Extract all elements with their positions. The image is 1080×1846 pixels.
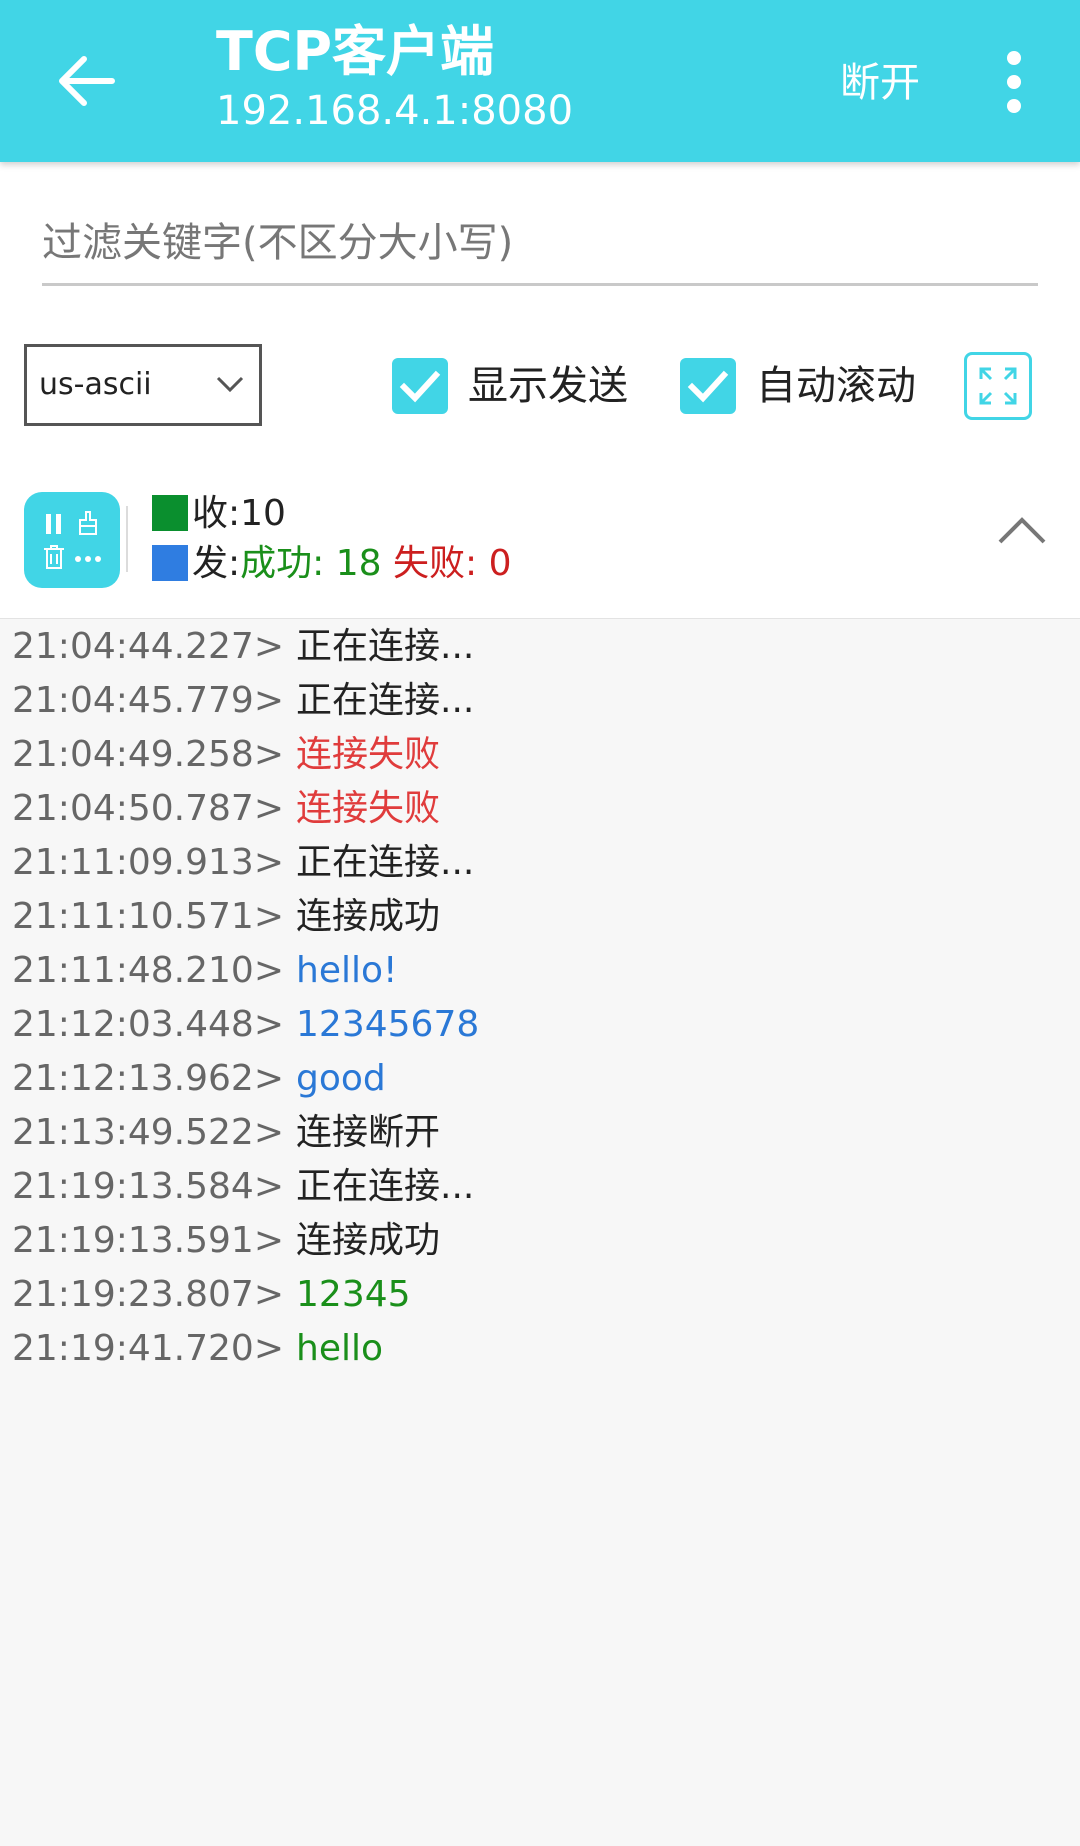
auto-scroll-checkbox[interactable]: 自动滚动 (680, 358, 930, 418)
disconnect-button[interactable]: 断开 (820, 48, 940, 118)
log-message: good (296, 1058, 386, 1099)
arrow-left-icon (59, 56, 115, 106)
send-legend-square (152, 545, 188, 581)
fail-count: 0 (488, 543, 512, 584)
log-entry: 21:12:03.448> 12345678 (0, 998, 1080, 1052)
options-row: us-ascii 显示发送 自动滚动 (0, 302, 1080, 462)
success-label: 成功: (240, 543, 325, 584)
filter-input[interactable] (42, 202, 1038, 286)
log-entry: 21:11:48.210> hello! (0, 944, 1080, 998)
show-send-label: 显示发送 (468, 363, 628, 409)
log-message: 连接失败 (296, 788, 441, 829)
log-entry: 21:13:49.522> 连接断开 (0, 1106, 1080, 1160)
send-stats: 发:成功: 18 失败: 0 (152, 540, 512, 588)
clear-brush-icon (79, 511, 97, 535)
expand-icon (979, 367, 1017, 405)
encoding-select[interactable]: us-ascii (24, 344, 262, 426)
log-entry: 21:04:45.779> 正在连接... (0, 674, 1080, 728)
log-message: 12345678 (296, 1004, 480, 1045)
log-timestamp: 21:11:09.913> (12, 842, 285, 883)
show-send-checkbox[interactable]: 显示发送 (392, 358, 642, 418)
log-timestamp: 21:11:10.571> (12, 896, 285, 937)
recv-legend-square (152, 495, 188, 531)
stats-row: 收:10 发:成功: 18 失败: 0 (0, 462, 1080, 619)
log-message: 连接断开 (296, 1112, 441, 1153)
log-message: hello (296, 1328, 384, 1369)
log-message: 正在连接... (296, 842, 475, 883)
log-message: 连接成功 (296, 896, 441, 937)
log-message: 正在连接... (296, 626, 475, 667)
trash-icon (44, 545, 64, 569)
log-tools-button[interactable] (24, 492, 120, 588)
back-button[interactable] (40, 38, 130, 124)
log-message: hello! (296, 950, 398, 991)
log-timestamp: 21:04:49.258> (12, 734, 285, 775)
recv-count: 10 (240, 493, 286, 534)
more-menu-button[interactable] (984, 44, 1044, 120)
more-vertical-icon (1007, 51, 1021, 113)
send-label: 发: (192, 543, 241, 584)
log-timestamp: 21:19:23.807> (12, 1274, 285, 1315)
checkbox-checked[interactable] (392, 358, 448, 414)
log-timestamp: 21:13:49.522> (12, 1112, 285, 1153)
log-entry: 21:04:44.227> 正在连接... (0, 620, 1080, 674)
more-horizontal-icon (75, 556, 101, 562)
success-count: 18 (335, 543, 382, 584)
fail-label: 失败: (393, 543, 478, 584)
log-timestamp: 21:12:03.448> (12, 1004, 285, 1045)
log-timestamp: 21:19:13.591> (12, 1220, 285, 1261)
filter-section (0, 162, 1080, 302)
recv-stats: 收:10 (152, 490, 286, 538)
server-address: 192.168.4.1:8080 (216, 88, 574, 134)
log-entry: 21:12:13.962> good (0, 1052, 1080, 1106)
recv-label: 收: (192, 493, 241, 534)
encoding-value: us-ascii (39, 367, 152, 402)
log-list[interactable]: 21:04:44.227> 正在连接... 21:04:45.779> 正在连接...… (0, 620, 1080, 1846)
log-timestamp: 21:19:13.584> (12, 1166, 285, 1207)
fullscreen-button[interactable] (964, 352, 1032, 420)
checkmark-icon (399, 370, 441, 403)
log-message: 连接失败 (296, 734, 441, 775)
checkbox-checked[interactable] (680, 358, 736, 414)
page-title: TCP客户端 (216, 20, 495, 83)
pause-icon (46, 514, 61, 534)
log-entry: 21:11:09.913> 正在连接... (0, 836, 1080, 890)
log-message: 12345 (296, 1274, 411, 1315)
log-entry: 21:04:50.787> 连接失败 (0, 782, 1080, 836)
log-timestamp: 21:04:50.787> (12, 788, 285, 829)
chevron-down-icon (216, 376, 244, 393)
auto-scroll-label: 自动滚动 (756, 363, 916, 409)
log-entry: 21:19:23.807> 12345 (0, 1268, 1080, 1322)
log-entry: 21:19:13.584> 正在连接... (0, 1160, 1080, 1214)
log-timestamp: 21:11:48.210> (12, 950, 285, 991)
stats-divider (126, 506, 128, 572)
log-timestamp: 21:12:13.962> (12, 1058, 285, 1099)
app-bar: TCP客户端 192.168.4.1:8080 断开 (0, 0, 1080, 162)
log-message: 正在连接... (296, 1166, 475, 1207)
log-entry: 21:19:13.591> 连接成功 (0, 1214, 1080, 1268)
title-block: TCP客户端 192.168.4.1:8080 (216, 20, 573, 136)
log-entry: 21:04:49.258> 连接失败 (0, 728, 1080, 782)
log-entry: 21:19:41.720> hello (0, 1322, 1080, 1376)
log-timestamp: 21:04:45.779> (12, 680, 285, 721)
log-message: 连接成功 (296, 1220, 441, 1261)
checkmark-icon (687, 370, 729, 403)
log-entry: 21:11:10.571> 连接成功 (0, 890, 1080, 944)
log-timestamp: 21:19:41.720> (12, 1328, 285, 1369)
log-timestamp: 21:04:44.227> (12, 626, 285, 667)
log-message: 正在连接... (296, 680, 475, 721)
chevron-up-icon[interactable] (994, 504, 1050, 560)
